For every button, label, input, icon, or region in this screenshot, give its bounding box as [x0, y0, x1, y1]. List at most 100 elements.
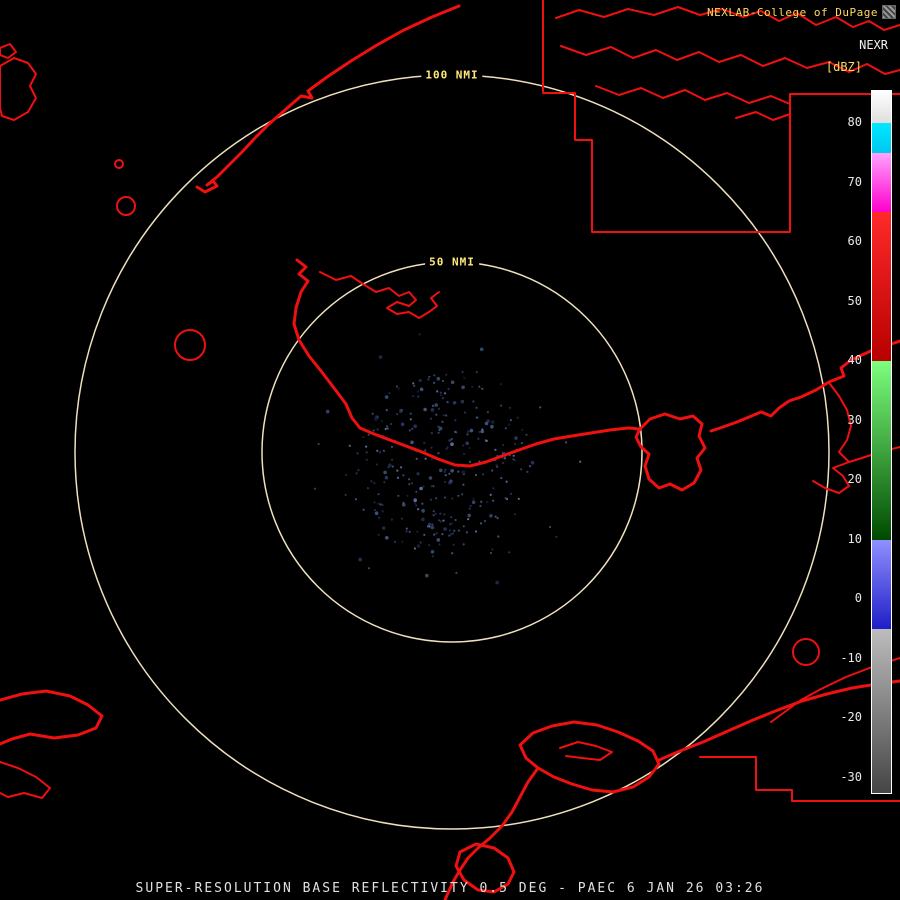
- peninsula-island: [636, 414, 705, 490]
- echo-pixel: [500, 404, 502, 406]
- colorbar-tick-label: 60: [832, 233, 862, 249]
- echo-pixel: [484, 520, 486, 522]
- echo-pixel: [495, 464, 497, 466]
- echo-pixel: [423, 442, 425, 444]
- echo-pixel: [397, 477, 399, 479]
- echo-pixel: [402, 502, 404, 504]
- echo-pixel: [447, 388, 449, 390]
- echo-pixel: [468, 447, 470, 449]
- echo-pixel: [486, 501, 488, 503]
- echo-pixel: [420, 541, 422, 543]
- echo-pixel: [356, 472, 358, 474]
- echo-pixel: [368, 567, 370, 569]
- echo-pixel: [425, 458, 427, 460]
- echo-pixel: [443, 513, 445, 515]
- echo-pixel: [378, 534, 380, 536]
- echo-pixel: [419, 333, 421, 335]
- echo-pixel: [326, 410, 330, 414]
- echo-pixel: [457, 471, 459, 473]
- echo-pixel: [477, 438, 479, 440]
- echo-pixel: [448, 439, 450, 441]
- echo-pixel: [427, 525, 429, 527]
- echo-pixel: [381, 420, 383, 422]
- echo-pixel: [450, 469, 454, 473]
- colorbar-tick-label: -20: [832, 709, 862, 725]
- echo-pixel: [373, 501, 375, 503]
- echo-pixel: [388, 463, 392, 467]
- echo-pixel: [555, 536, 557, 538]
- echo-pixel: [445, 414, 447, 416]
- echo-pixel: [421, 503, 423, 505]
- echo-pixel: [513, 455, 515, 457]
- echo-pixel: [396, 413, 398, 415]
- echo-pixel: [433, 374, 435, 376]
- echo-pixel: [469, 508, 471, 510]
- island-circle-west: [117, 197, 135, 215]
- echo-pixel: [451, 438, 453, 440]
- echo-pixel: [367, 487, 369, 489]
- echo-pixel: [436, 532, 438, 534]
- echo-pixel: [358, 558, 362, 562]
- echo-pixel: [410, 413, 412, 415]
- echo-pixel: [444, 469, 446, 471]
- echo-pixel: [453, 401, 457, 405]
- echo-pixel: [505, 427, 507, 429]
- echo-pixel: [423, 534, 425, 536]
- colorbar-tick-label: 20: [832, 471, 862, 487]
- echo-pixel: [549, 526, 551, 528]
- echo-pixel: [526, 471, 528, 473]
- echo-pixel: [510, 493, 512, 495]
- echo-pixel: [455, 519, 457, 521]
- echo-pixel: [462, 470, 466, 474]
- legend-units-dbz: [dBZ]: [826, 60, 862, 74]
- echo-pixel: [436, 390, 438, 392]
- echo-pixel: [508, 423, 510, 425]
- echo-pixel: [417, 396, 419, 398]
- colorbar-tick-label: 10: [832, 531, 862, 547]
- echo-pixel: [412, 382, 414, 384]
- echo-pixel: [383, 481, 385, 483]
- echo-pixel: [431, 432, 433, 434]
- echo-pixel: [506, 481, 508, 483]
- echo-pixel: [401, 423, 405, 427]
- echo-pixel: [461, 493, 463, 495]
- echo-pixel: [438, 408, 440, 410]
- echo-pixel: [405, 530, 407, 532]
- echo-pixel: [410, 418, 412, 420]
- echo-pixel: [514, 443, 516, 445]
- echo-pixel: [439, 427, 443, 431]
- echo-pixel: [445, 374, 447, 376]
- echo-pixel: [525, 434, 527, 436]
- echo-pixel: [442, 520, 444, 522]
- echo-pixel: [478, 431, 480, 433]
- echo-pixel: [454, 419, 456, 421]
- brand-logo-icon: [882, 5, 896, 19]
- radar-map-canvas: [0, 0, 900, 900]
- echo-pixel: [579, 461, 581, 463]
- echo-pixel: [378, 517, 380, 519]
- echo-pixel: [475, 530, 477, 532]
- echo-pixel: [449, 529, 451, 531]
- product-caption: SUPER-RESOLUTION BASE REFLECTIVITY 0.5 D…: [0, 881, 900, 896]
- echo-pixel: [442, 380, 444, 382]
- echo-pixel: [491, 420, 495, 424]
- colorbar-tick-label: 70: [832, 174, 862, 190]
- echo-pixel: [391, 519, 393, 521]
- echo-pixel: [433, 534, 435, 536]
- echo-pixel: [437, 377, 441, 381]
- echo-pixel: [409, 531, 411, 533]
- echo-pixel: [440, 392, 442, 394]
- echo-pixel: [414, 502, 416, 504]
- echo-pixel: [415, 504, 417, 506]
- colorbar-tick-label: 80: [832, 114, 862, 130]
- island-circle-mid: [175, 330, 205, 360]
- echo-pixel: [423, 485, 425, 487]
- echo-pixel: [425, 574, 429, 578]
- echo-pixel: [385, 428, 387, 430]
- echo-pixel: [372, 413, 374, 415]
- echo-pixel: [461, 386, 465, 390]
- echo-pixel: [514, 513, 516, 515]
- echo-pixel: [489, 514, 493, 518]
- echo-pixel: [438, 432, 440, 434]
- echo-pixel: [467, 431, 469, 433]
